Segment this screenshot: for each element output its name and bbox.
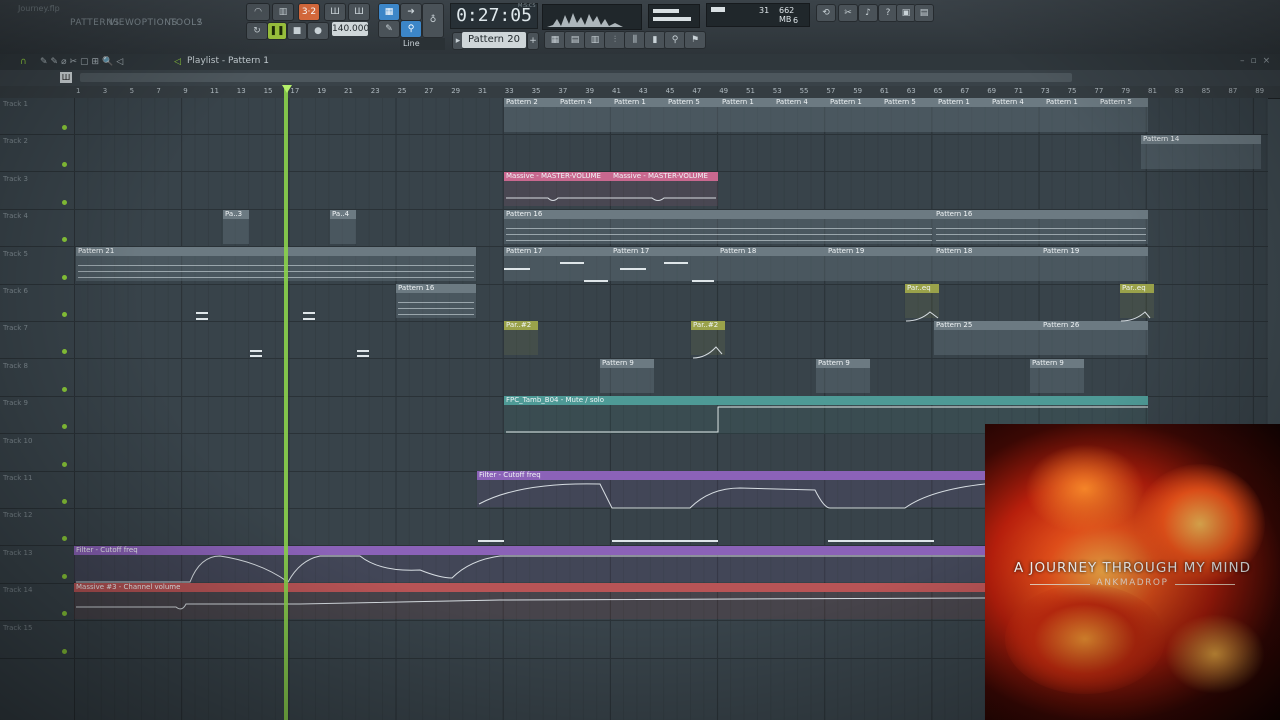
playhead[interactable] bbox=[284, 86, 288, 720]
album-cover: A JOURNEY THROUGH MY MIND ANKMADROP bbox=[985, 424, 1280, 720]
album-artist: ANKMADROP bbox=[1096, 578, 1169, 588]
album-title: A JOURNEY THROUGH MY MIND bbox=[1013, 560, 1252, 576]
playhead-marker[interactable] bbox=[282, 85, 292, 93]
